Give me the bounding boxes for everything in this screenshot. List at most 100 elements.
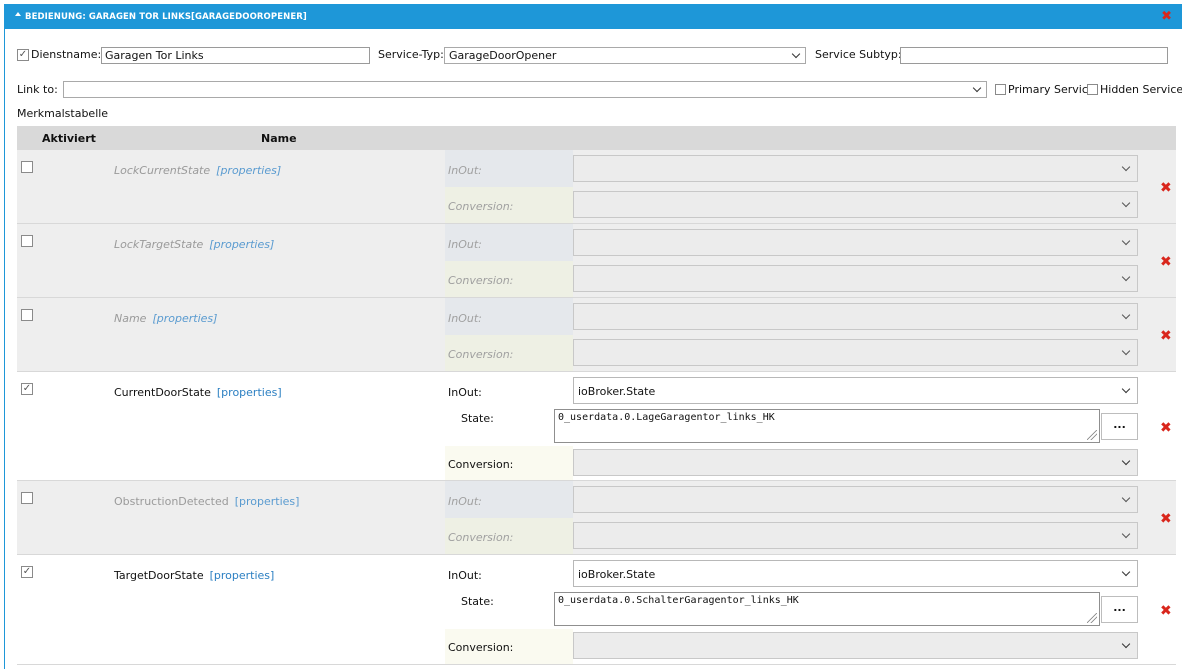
close-x-icon[interactable]: ✖	[1161, 10, 1172, 23]
row-active-checkbox[interactable]: ✓	[21, 566, 33, 578]
state-textarea[interactable]: 0_userdata.0.LageGaragentor_links_HK	[554, 409, 1100, 443]
characteristic-name-text: ObstructionDetected	[114, 495, 229, 508]
inout-select[interactable]	[573, 303, 1138, 330]
row-active-checkbox[interactable]	[21, 235, 33, 247]
characteristic-name: CurrentDoorState [properties]	[114, 386, 282, 399]
chevron-down-icon	[791, 49, 801, 59]
inout-select[interactable]	[573, 155, 1138, 182]
resize-grip-icon[interactable]	[1087, 613, 1097, 623]
inout-cell: InOut:	[445, 555, 573, 591]
characteristic-name: LockCurrentState [properties]	[114, 164, 281, 177]
resize-grip-icon[interactable]	[1087, 430, 1097, 440]
inout-label: InOut:	[448, 164, 482, 177]
characteristic-name-text: LockCurrentState	[114, 164, 211, 177]
dienstname-input[interactable]: Garagen Tor Links	[101, 47, 370, 64]
link-to-label: Link to:	[17, 83, 58, 96]
conversion-select[interactable]	[573, 522, 1138, 549]
properties-link[interactable]: [properties]	[152, 312, 217, 325]
row-active-checkbox[interactable]	[21, 161, 33, 173]
delete-x-icon[interactable]: ✖	[1160, 329, 1172, 343]
col-name: Name	[261, 132, 297, 145]
browse-state-button[interactable]: ...	[1101, 413, 1138, 440]
chevron-down-icon	[1121, 236, 1131, 246]
table-row: Name [properties] InOut: Conversion: ✖	[17, 298, 1176, 372]
service-typ-value: GarageDoorOpener	[449, 49, 557, 62]
state-value: 0_userdata.0.SchalterGaragentor_links_HK	[558, 595, 799, 606]
chevron-down-icon	[1121, 162, 1131, 172]
characteristic-name-text: CurrentDoorState	[114, 386, 211, 399]
state-textarea[interactable]: 0_userdata.0.SchalterGaragentor_links_HK	[554, 592, 1100, 626]
service-typ-label: Service-Typ:	[378, 48, 444, 61]
inout-cell: InOut:	[445, 372, 573, 408]
merkmalstabelle-label: Merkmalstabelle	[17, 107, 109, 120]
inout-select[interactable]: ioBroker.State	[573, 377, 1138, 404]
properties-link[interactable]: [properties]	[235, 495, 300, 508]
conversion-cell: Conversion:	[445, 187, 573, 223]
characteristic-name: ObstructionDetected [properties]	[114, 495, 299, 508]
chevron-down-icon	[1121, 639, 1131, 649]
service-subtyp-label: Service Subtyp:	[815, 48, 902, 61]
conversion-cell: Conversion:	[445, 629, 573, 664]
link-to-select[interactable]	[63, 81, 987, 98]
characteristic-name-text: Name	[114, 312, 147, 325]
conversion-label: Conversion:	[448, 458, 514, 471]
conversion-label: Conversion:	[448, 200, 514, 213]
characteristics-table: Aktiviert Name LockCurrentState [properti…	[17, 126, 1176, 669]
chevron-down-icon	[1121, 346, 1131, 356]
conversion-label: Conversion:	[448, 348, 514, 361]
col-aktiviert: Aktiviert	[42, 132, 96, 145]
panel-left-border	[4, 4, 5, 669]
inout-select[interactable]	[573, 229, 1138, 256]
inout-select[interactable]: ioBroker.State	[573, 560, 1138, 587]
table-header: Aktiviert Name	[17, 126, 1176, 150]
row-active-checkbox[interactable]	[21, 492, 33, 504]
collapse-triangle-icon[interactable]	[15, 12, 21, 16]
delete-x-icon[interactable]: ✖	[1160, 421, 1172, 435]
conversion-select[interactable]	[573, 449, 1138, 476]
dienstname-checkbox[interactable]: ✓	[17, 49, 29, 61]
inout-label: InOut:	[448, 569, 482, 582]
row-active-checkbox[interactable]: ✓	[21, 383, 33, 395]
conversion-select[interactable]	[573, 265, 1138, 292]
conversion-select[interactable]	[573, 191, 1138, 218]
conversion-select[interactable]	[573, 339, 1138, 366]
dienstname-label: Dienstname:	[31, 48, 102, 61]
delete-x-icon[interactable]: ✖	[1160, 512, 1172, 526]
delete-x-icon[interactable]: ✖	[1160, 255, 1172, 269]
conversion-select[interactable]	[573, 632, 1138, 659]
table-row: ObstructionDetected [properties] InOut: C…	[17, 481, 1176, 555]
inout-select[interactable]	[573, 486, 1138, 513]
properties-link[interactable]: [properties]	[217, 386, 282, 399]
chevron-down-icon	[1121, 529, 1131, 539]
primary-service-checkbox[interactable]	[995, 84, 1006, 95]
inout-label: InOut:	[448, 386, 482, 399]
conversion-cell: Conversion:	[445, 518, 573, 554]
primary-service-label: Primary Service	[1008, 83, 1095, 96]
browse-state-button[interactable]: ...	[1101, 596, 1138, 623]
chevron-down-icon	[1121, 456, 1131, 466]
service-typ-select[interactable]: GarageDoorOpener	[444, 47, 806, 64]
state-label: State:	[461, 412, 494, 425]
hidden-service-checkbox[interactable]	[1087, 84, 1098, 95]
table-row: ✓ TargetDoorState [properties] InOut: ioB…	[17, 555, 1176, 665]
properties-link[interactable]: [properties]	[209, 238, 274, 251]
row-active-checkbox[interactable]	[21, 309, 33, 321]
panel-header[interactable]: BEDIENUNG: GARAGEN TOR LINKS[GARAGEDOORO…	[4, 4, 1182, 29]
chevron-down-icon	[1121, 384, 1131, 394]
chevron-down-icon	[972, 83, 982, 93]
hidden-service-label: Hidden Service	[1100, 83, 1182, 96]
service-subtyp-input[interactable]	[900, 47, 1168, 64]
conversion-cell: Conversion:	[445, 261, 573, 297]
properties-link[interactable]: [properties]	[216, 164, 281, 177]
delete-x-icon[interactable]: ✖	[1160, 604, 1172, 618]
inout-label: InOut:	[448, 312, 482, 325]
characteristic-name: TargetDoorState [properties]	[114, 569, 274, 582]
inout-value: ioBroker.State	[578, 568, 656, 581]
inout-cell: InOut:	[445, 481, 573, 518]
properties-link[interactable]: [properties]	[210, 569, 275, 582]
chevron-down-icon	[1121, 272, 1131, 282]
state-value: 0_userdata.0.LageGaragentor_links_HK	[558, 412, 775, 423]
characteristic-name-text: LockTargetState	[114, 238, 204, 251]
conversion-label: Conversion:	[448, 641, 514, 654]
delete-x-icon[interactable]: ✖	[1160, 181, 1172, 195]
